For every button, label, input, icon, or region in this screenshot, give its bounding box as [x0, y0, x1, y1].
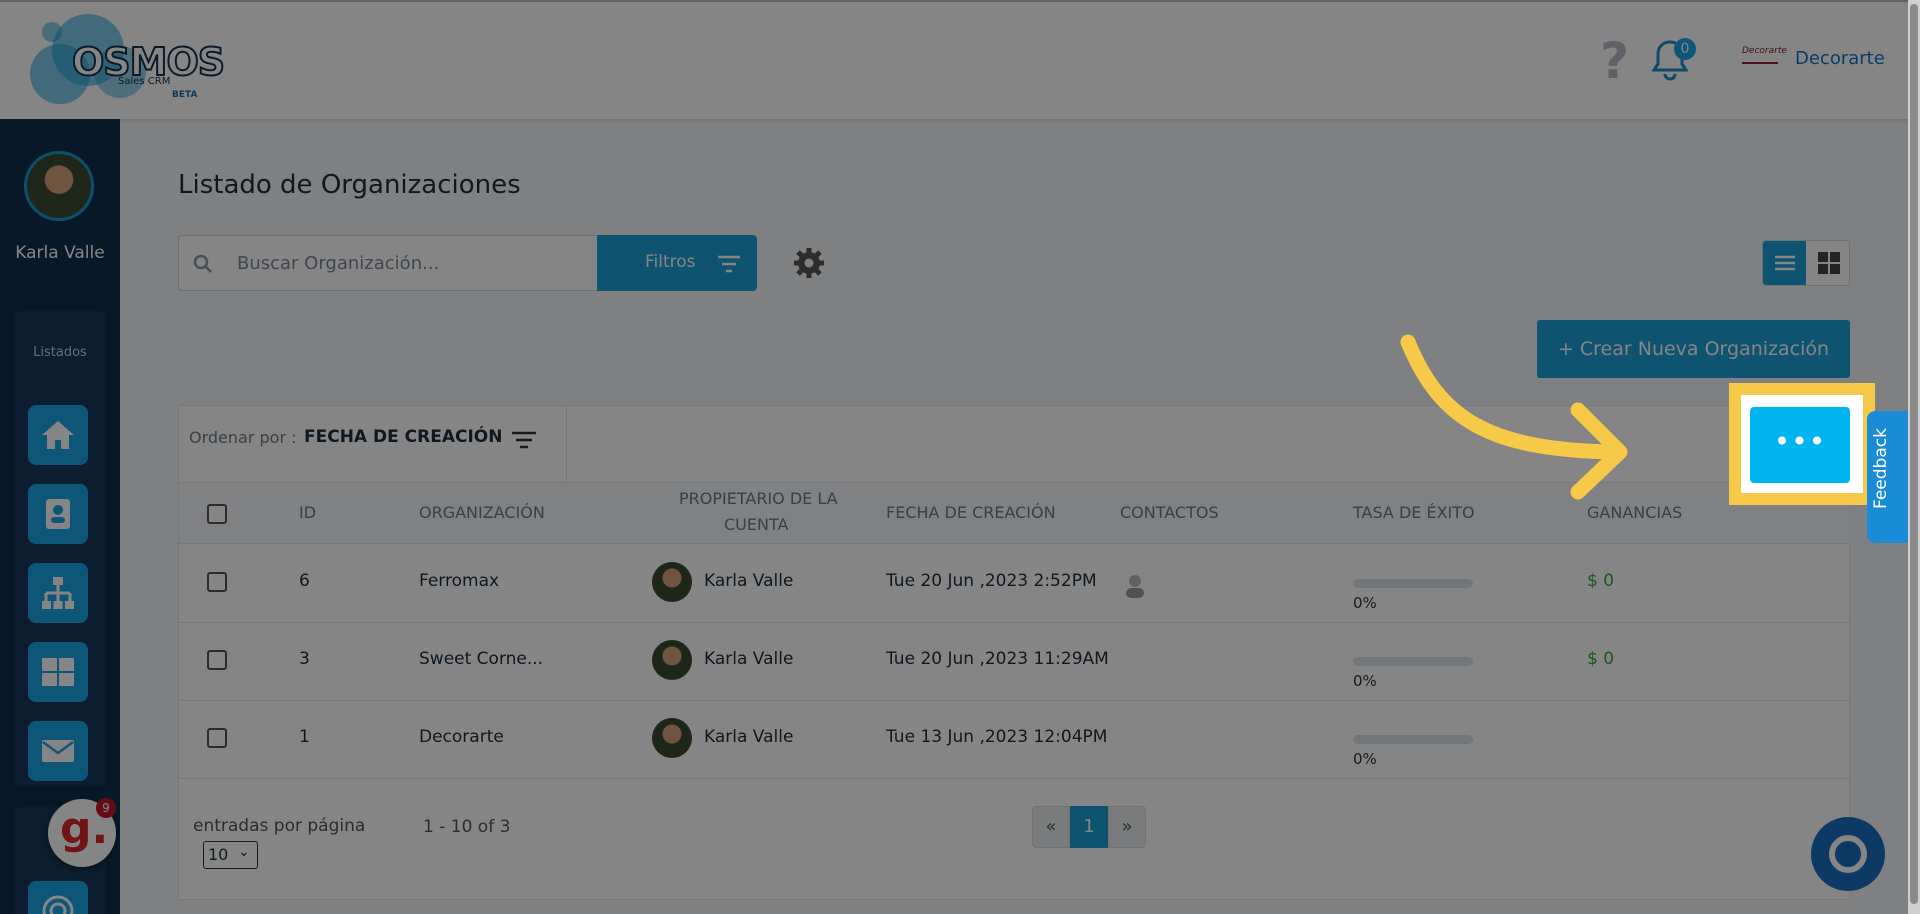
tutorial-arrow-icon — [1400, 334, 1628, 500]
feedback-label: Feedback — [1871, 428, 1891, 509]
page-scrollbar[interactable] — [1908, 0, 1920, 914]
feedback-tab[interactable]: Feedback — [1867, 411, 1909, 543]
scrollbar-thumb[interactable] — [1910, 4, 1918, 904]
more-options-button[interactable]: ••• — [1750, 407, 1850, 483]
